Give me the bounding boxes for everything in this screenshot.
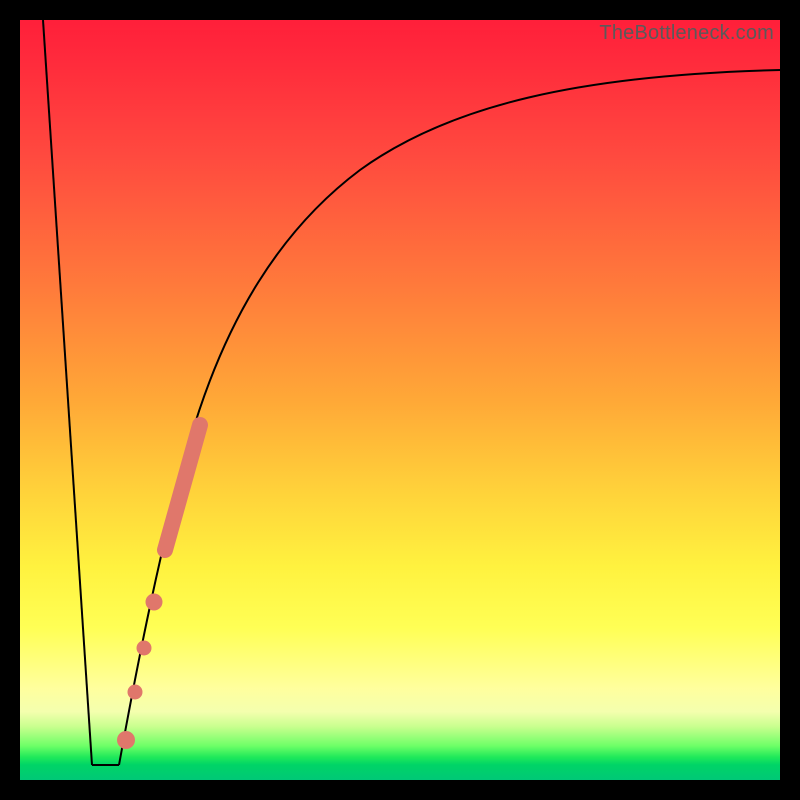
plot-area: TheBottleneck.com xyxy=(20,20,780,780)
marker-bar xyxy=(165,425,200,550)
curve-descending xyxy=(43,20,92,765)
marker-dot-3 xyxy=(128,685,143,700)
marker-dot-2 xyxy=(137,641,152,656)
marker-dot-4 xyxy=(117,731,135,749)
curve-recovery xyxy=(119,70,780,765)
chart-frame: TheBottleneck.com xyxy=(0,0,800,800)
marker-dot-1 xyxy=(146,594,163,611)
curve-layer xyxy=(20,20,780,780)
